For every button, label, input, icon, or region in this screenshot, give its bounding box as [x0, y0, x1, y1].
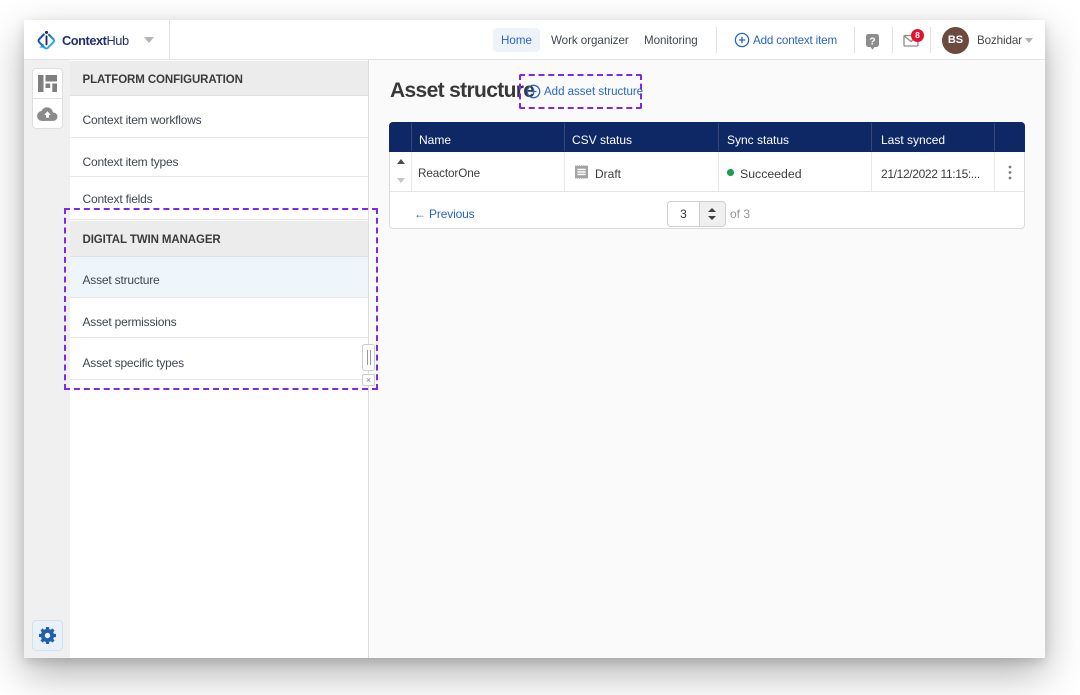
svg-text:?: ? — [869, 35, 875, 47]
